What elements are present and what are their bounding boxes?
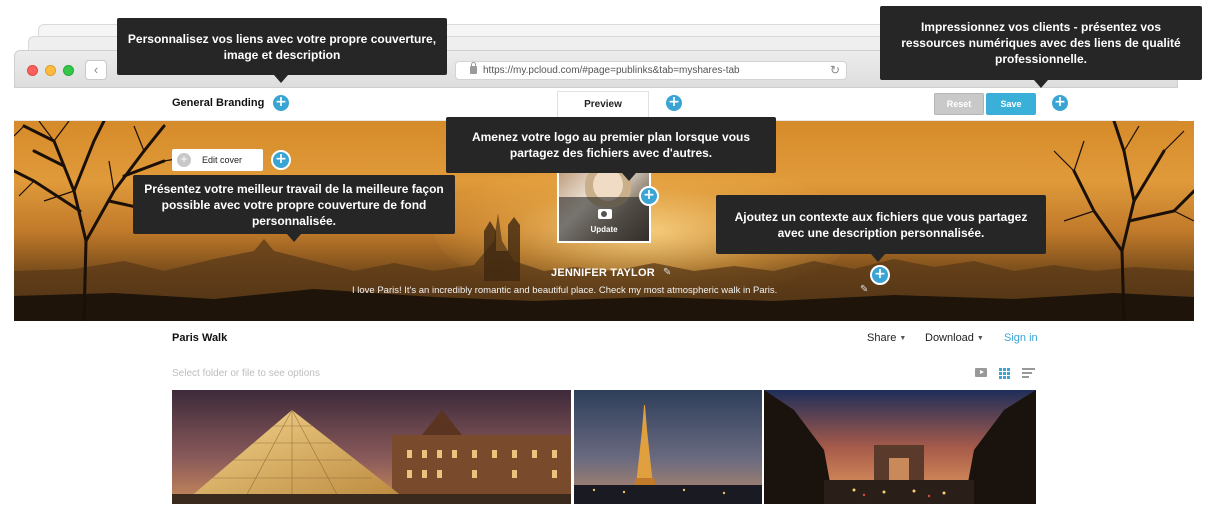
selection-hint: Select folder or file to see options [172,368,320,379]
save-button[interactable]: Save [986,93,1036,115]
list-view-icon[interactable] [1022,368,1035,380]
profile-description: I love Paris! It's an incredibly romanti… [352,285,778,296]
tab-preview[interactable]: Preview [557,91,649,121]
camera-icon [598,209,612,219]
minimize-window-icon[interactable] [45,65,56,76]
tooltip-clients: Impressionnez vos clients - présentez vo… [880,6,1202,88]
branding-info-plus-icon[interactable]: + [271,93,291,113]
caret-down-icon: ▼ [976,335,984,342]
tooltip-logo: Amenez votre logo au premier plan lorsqu… [446,117,776,181]
preview-info-plus-icon[interactable]: + [664,93,684,113]
profile-logo[interactable]: Update [557,161,651,243]
download-label: Download [925,332,974,344]
reset-button[interactable]: Reset [934,93,984,115]
tooltip-links: Personnalisez vos liens avec votre propr… [117,18,447,83]
address-bar[interactable]: https://my.pcloud.com/#page=publinks&tab… [455,61,847,80]
caret-down-icon: ▼ [899,335,907,342]
chevron-left-icon[interactable]: ‹ [85,60,107,80]
tooltip-context: Ajoutez un contexte aux fichiers que vou… [716,195,1046,262]
description-info-plus-icon[interactable]: + [870,265,890,285]
url-text: https://my.pcloud.com/#page=publinks&tab… [483,65,740,76]
photo-louvre[interactable] [172,390,571,504]
profile-name: JENNIFER TAYLOR [551,267,655,279]
cover-info-plus-icon[interactable]: + [271,150,291,170]
update-overlay [559,197,649,241]
lock-icon [470,62,477,74]
share-label: Share [867,332,897,344]
edit-description-pencil-icon[interactable]: ✎ [860,284,1048,295]
download-dropdown[interactable]: Download ▼ [925,332,984,344]
photo-eiffel-tower[interactable] [574,390,762,504]
update-label[interactable]: Update [559,225,649,234]
edit-cover-label: Edit cover [202,155,243,165]
reload-icon[interactable]: ↻ [830,63,840,77]
photo-arc-de-triomphe[interactable] [764,390,1036,504]
add-icon: + [177,153,191,167]
sign-in-link[interactable]: Sign in [1004,332,1038,344]
edit-cover-button[interactable]: + Edit cover [172,149,263,171]
grid-view-icon[interactable] [999,368,1010,379]
logo-info-plus-icon[interactable]: + [639,186,659,206]
share-dropdown[interactable]: Share ▼ [867,332,906,344]
close-window-icon[interactable] [27,65,38,76]
general-branding-title: General Branding [172,97,265,109]
folder-title: Paris Walk [172,332,228,344]
tooltip-cover: Présentez votre meilleur travail de la m… [133,175,455,242]
edit-name-pencil-icon[interactable]: ✎ [663,267,1062,278]
save-info-plus-icon[interactable]: + [1050,93,1070,113]
slideshow-icon[interactable] [975,368,987,377]
maximize-window-icon[interactable] [63,65,74,76]
